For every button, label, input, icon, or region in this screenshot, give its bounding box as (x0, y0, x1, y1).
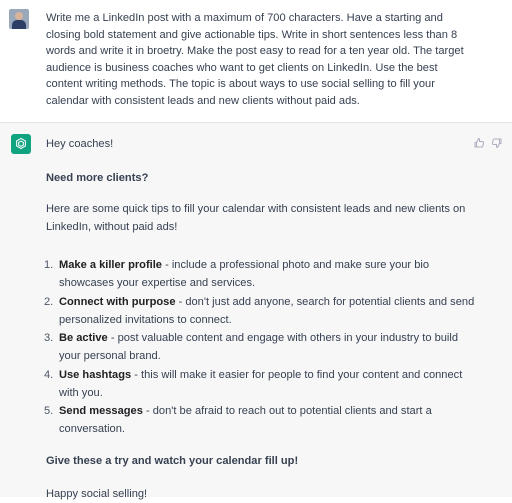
list-item: 2. Connect with purpose - don't just add… (44, 293, 478, 329)
thumbs-up-icon[interactable] (472, 136, 486, 150)
list-number: 3. (44, 332, 54, 344)
tip-term: Send messages (59, 405, 143, 417)
tip-description: - post valuable content and engage with … (59, 332, 459, 362)
list-item: 1. Make a killer profile - include a pro… (44, 256, 478, 293)
list-item: 4. Use hashtags - this will make it easi… (44, 366, 478, 402)
signoff-text: Happy social selling! (46, 488, 148, 500)
thumbs-down-icon[interactable] (490, 136, 504, 150)
user-avatar (9, 9, 29, 29)
tip-term: Connect with purpose (59, 296, 176, 308)
assistant-message: Hey coaches! Need more clients? Here are… (0, 123, 512, 500)
intro-text: Here are some quick tips to fill your ca… (46, 203, 466, 233)
list-number: 4. (44, 369, 54, 381)
question-text: Need more clients? (46, 172, 149, 184)
user-prompt-text: Write me a LinkedIn post with a maximum … (46, 12, 464, 107)
feedback-controls (472, 136, 504, 150)
greeting-text: Hey coaches! (46, 138, 114, 150)
list-number: 2. (44, 296, 54, 308)
closing-statement: Give these a try and watch your calendar… (46, 455, 299, 467)
openai-logo-icon (11, 134, 31, 154)
list-number: 1. (44, 259, 54, 271)
list-item: 3. Be active - post valuable content and… (44, 329, 478, 366)
tip-term: Use hashtags (59, 369, 132, 381)
tips-list: 1. Make a killer profile - include a pro… (44, 256, 478, 438)
list-item: 5. Send messages - don't be afraid to re… (44, 402, 478, 438)
tip-term: Be active (59, 332, 108, 344)
list-number: 5. (44, 405, 54, 417)
tip-term: Make a killer profile (59, 259, 162, 271)
user-message: Write me a LinkedIn post with a maximum … (0, 0, 512, 123)
